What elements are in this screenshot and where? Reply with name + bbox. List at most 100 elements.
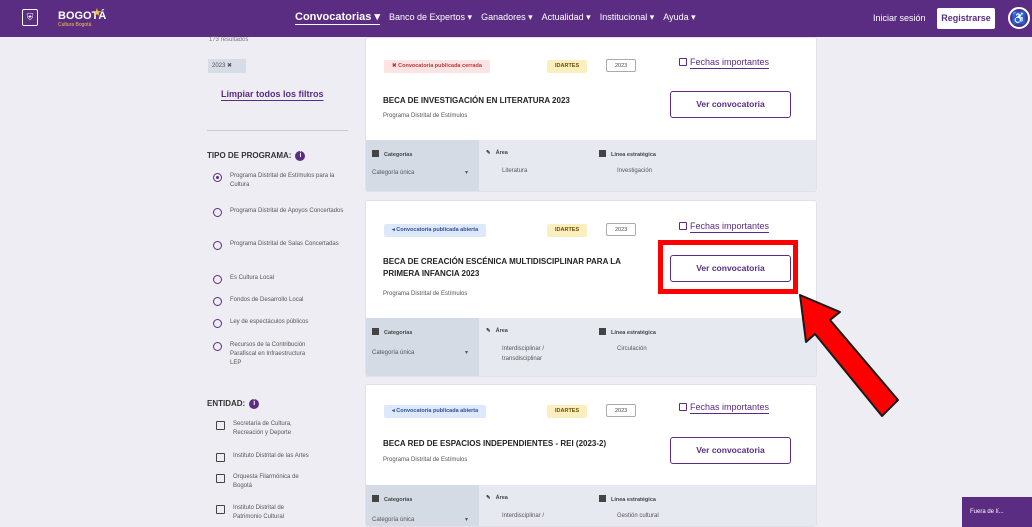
radio-label: Programa Distrital de Estímulos para la … [230, 173, 335, 188]
categorias-text: Categorías [384, 497, 413, 503]
radio-program-fondos[interactable]: Fondos de Desarrollo Local [213, 296, 353, 306]
clear-filters-link[interactable]: Limpiar todos los filtros [221, 89, 324, 99]
year-badge: 2023 [606, 59, 637, 72]
radio-program-salas[interactable]: Programa Distrital de Salas Concertadas [213, 240, 353, 250]
status-badge: ◂ Convocatoria publicada abierta [384, 224, 487, 237]
bogota-shield-icon[interactable]: ⛨ [22, 9, 38, 26]
grid-icon [372, 150, 379, 157]
ver-convocatoria-button[interactable]: Ver convocatoria [670, 91, 791, 118]
checkbox-entity-idpc[interactable]: Instituto Distrital de Patrimonio Cultur… [216, 504, 356, 522]
checkbox-entity-scrd[interactable]: Secretaría de Cultura, Recreación y Depo… [216, 420, 356, 438]
red-arrow-icon [799, 294, 899, 417]
card-title[interactable]: BECA DE CREACIÓN ESCÉNICA MULTIDISCIPLIN… [383, 256, 653, 280]
categorias-label: Categorías [372, 328, 412, 336]
radio-program-estimulos[interactable]: Programa Distrital de Estímulos para la … [213, 172, 353, 190]
fechas-importantes-link[interactable]: Fechas importantes [679, 57, 769, 67]
pencil-icon: ✎ [486, 328, 491, 334]
area-text: Área [495, 150, 508, 156]
chevron-down-icon[interactable]: ▾ [465, 348, 468, 358]
checkbox-icon[interactable] [216, 474, 225, 483]
pencil-icon: ✎ [486, 495, 491, 501]
checkbox-entity-ofb[interactable]: Orquesta Filarmónica de Bogotá [216, 473, 356, 491]
entity-title: ENTIDAD: i [207, 399, 260, 409]
fechas-importantes-link[interactable]: Fechas importantes [679, 402, 769, 412]
radio-label: Recursos de la Contribución Parafiscal e… [230, 342, 306, 366]
card-title[interactable]: BECA RED DE ESPACIOS INDEPENDIENTES - RE… [383, 438, 653, 450]
categoria-dropdown[interactable] [366, 140, 479, 191]
area-label: ✎ Área [486, 328, 508, 334]
radio-program-ley[interactable]: Ley de espectáculos públicos [213, 318, 353, 328]
linea-value: Investigación [617, 168, 653, 174]
nav-banco-expertos[interactable]: Banco de Expertos ▾ [389, 12, 472, 23]
area-value: Interdisciplinar / [502, 513, 545, 519]
arrow-shape [799, 294, 899, 417]
area-value: Literatura [502, 168, 528, 174]
nav-ayuda[interactable]: Ayuda ▾ [663, 12, 695, 23]
categorias-label: Categorías [372, 495, 412, 503]
nav-actualidad[interactable]: Actualidad ▾ [542, 12, 591, 23]
info-icon[interactable]: i [295, 151, 306, 161]
calendar-icon [679, 222, 687, 230]
login-link[interactable]: Iniciar sesión [873, 13, 926, 23]
radio-icon[interactable] [213, 275, 222, 284]
entity-badge: IDARTES [547, 224, 588, 237]
nav-ganadores[interactable]: Ganadores ▾ [481, 12, 533, 23]
checkbox-label: Secretaría de Cultura, Recreación y Depo… [233, 421, 292, 436]
grid-icon [372, 328, 379, 335]
fechas-importantes-link[interactable]: Fechas importantes [679, 221, 769, 231]
radio-icon[interactable] [213, 319, 222, 328]
info-icon[interactable]: i [249, 399, 260, 409]
checkbox-icon[interactable] [216, 421, 225, 430]
filter-chip-2023[interactable]: 2023 ✖ [208, 59, 246, 73]
radio-program-cultura-local[interactable]: Es Cultura Local [213, 274, 353, 284]
chevron-down-icon[interactable]: ▾ [465, 168, 468, 178]
entity-badge: IDARTES [547, 405, 588, 418]
card-program: Programa Distrital de Estímulos [383, 291, 468, 297]
fechas-label: Fechas importantes [690, 402, 770, 412]
categoria-value[interactable]: Categoría única [372, 168, 414, 178]
book-icon [599, 495, 606, 502]
radio-program-apoyos[interactable]: Programa Distrital de Apoyos Concertados [213, 207, 353, 217]
accessibility-icon[interactable]: ♿ [1008, 7, 1030, 29]
card-meta: Categorías Categoría única ▾ ✎ Área Liter… [366, 140, 816, 191]
divider [207, 130, 348, 131]
radio-icon[interactable] [213, 241, 222, 250]
categorias-label: Categorías [372, 150, 412, 158]
book-icon [599, 150, 606, 157]
chevron-down-icon[interactable]: ▾ [465, 515, 468, 525]
area-text: Área [495, 495, 508, 501]
program-type-title: TIPO DE PROGRAMA: i [207, 151, 306, 161]
linea-text: Línea estratégica [611, 330, 656, 336]
checkbox-icon[interactable] [216, 453, 225, 462]
nav-institucional[interactable]: Institucional ▾ [600, 12, 655, 23]
categoria-value[interactable]: Categoría única [372, 515, 414, 525]
checkbox-icon[interactable] [216, 505, 225, 514]
main-nav: Convocatorias ▾ Banco de Expertos ▾ Gana… [295, 10, 696, 23]
radio-icon[interactable] [213, 297, 222, 306]
radio-icon[interactable] [213, 208, 222, 217]
entity-label: ENTIDAD: [207, 399, 246, 409]
book-icon [599, 328, 606, 335]
fuera-de-linea-widget[interactable]: Fuera de lí... [962, 497, 1032, 527]
year-badge: 2023 [606, 404, 637, 417]
status-badge: ✖ Convocatoria publicada cerrada [384, 60, 490, 73]
register-button[interactable]: Registrarse [937, 8, 995, 29]
calendar-icon [679, 403, 687, 411]
star-icon: ★ [92, 7, 102, 19]
categoria-value[interactable]: Categoría única [372, 348, 414, 358]
top-navbar: ⛨ BOGOTÁ Cultura Bogotá ★ Convocatorias … [0, 0, 1032, 37]
fechas-label: Fechas importantes [690, 57, 770, 67]
card-program: Programa Distrital de Estímulos [383, 457, 468, 463]
ver-convocatoria-button[interactable]: Ver convocatoria [670, 437, 791, 464]
radio-icon[interactable] [213, 342, 222, 351]
radio-program-lep[interactable]: Recursos de la Contribución Parafiscal e… [213, 341, 353, 368]
card-title[interactable]: BECA DE INVESTIGACIÓN EN LITERATURA 2023 [383, 95, 653, 107]
area-label: ✎ Área [486, 150, 508, 156]
nav-convocatorias[interactable]: Convocatorias ▾ [295, 10, 380, 23]
area-label: ✎ Área [486, 495, 508, 501]
highlight-box [658, 240, 798, 294]
checkbox-entity-idartes[interactable]: Instituto Distrital de las Artes [216, 452, 356, 462]
program-type-label: TIPO DE PROGRAMA: [207, 151, 292, 161]
radio-selected-icon[interactable] [213, 173, 222, 182]
entity-badge: IDARTES [547, 60, 588, 73]
